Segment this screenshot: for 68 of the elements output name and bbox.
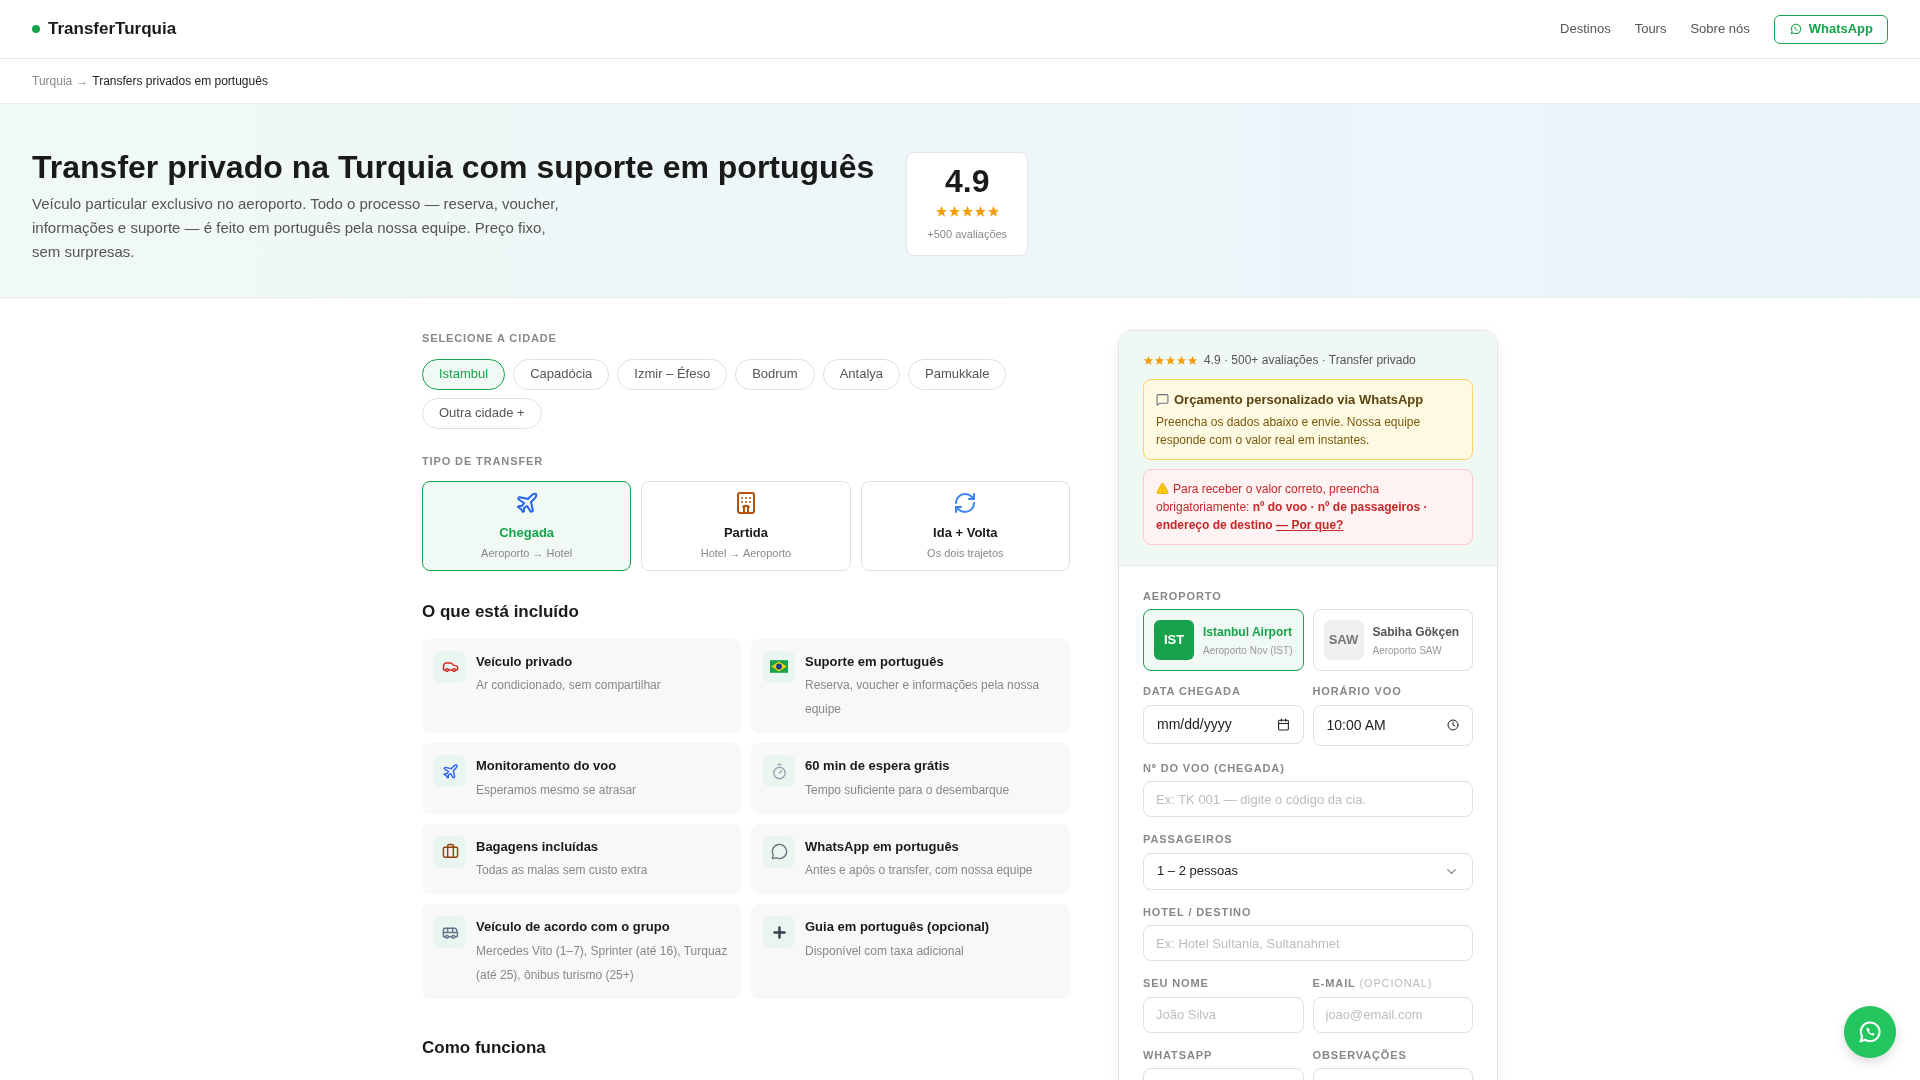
breadcrumb-link[interactable]: Turquia [32,72,73,90]
feature-text: Todas as malas sem custo extra [476,862,648,879]
feature-title: Suporte em português [805,652,945,671]
field-label: WHATSAPP [1143,1047,1214,1063]
info-title: Orçamento personalizado via WhatsApp [1174,391,1424,409]
feature-title: Guia em português (opcional) [805,918,990,936]
field-label: HOTEL / DESTINO [1143,904,1253,920]
city-chip[interactable]: Antalya [822,358,901,390]
city-chip[interactable]: Capadócia [513,358,610,390]
field-label: AEROPORTO [1143,588,1223,604]
feature-title: Monitoramento do voo [476,757,618,775]
airport-code: SAW [1323,620,1364,660]
city-chip[interactable]: Outra cidade + [422,397,542,429]
feature-text: Reserva, voucher e informações pela nossa equipe [805,677,1041,718]
field-label: SEU NOME [1143,976,1210,991]
feature-text: Antes e após o transfer, com nossa equipe [805,862,1033,879]
hero-title: Transfer privado na Turquia com suporte em português [32,149,875,186]
field-label: DATA CHEGADA [1143,684,1242,699]
city-chip[interactable]: Izmir – Éfeso [617,358,728,390]
warning-text: Para receber o valor correto, preencha obrigatoriamente: nº do voo · nº de passageiros · endereço de destino — Por que? [1156,480,1429,534]
field-label: HORÁRIO VOO [1312,684,1403,699]
section-title: Como funciona [422,1036,547,1059]
passengers-select[interactable]: 1 – 2 pessoas [1143,852,1473,890]
flight-number-field[interactable]: Ex: TK 001 — digite o código da cia. [1143,781,1473,817]
date-field[interactable]: mm/dd/yyyy [1143,704,1304,744]
section-label: SELECIONE A CIDADE [422,331,558,346]
destination-field[interactable]: Ex: Hotel Sultania, Sultanahmet [1143,925,1473,961]
feature-text: Tempo suficiente para o desembarque [805,781,1010,799]
name-field[interactable]: João Silva [1143,996,1304,1033]
city-chip[interactable]: Bodrum [735,358,815,390]
feature-title: Bagagens incluídas [476,837,600,856]
transfer-type-card[interactable]: Ida + Volta Os dois trajetos [860,481,1070,571]
why-link[interactable]: — Por que? [1276,517,1344,532]
feature-title: Veículo de acordo com o grupo [476,918,671,936]
rating-score: 4.9 [944,165,990,198]
airport-code: IST [1154,620,1194,660]
feature-text: Ar condicionado, sem compartilhar [476,677,661,694]
transfer-type-card[interactable]: Partida Hotel → Aeroporto [641,481,851,571]
email-field[interactable]: joao@email.com [1312,996,1473,1033]
feature-text: Esperamos mesmo se atrasar [476,781,637,799]
airport-option[interactable]: SAW Sabiha Gökçen Aeroporto SAW [1312,609,1473,671]
airport-subtitle: Aeroporto SAW [1372,643,1443,658]
info-text: Preencha os dados abaixo e envie. Nossa equipe responde com o valor real em instantes. [1156,413,1422,449]
feature-text: Disponível com taxa adicional [805,942,965,960]
airport-name: Sabiha Gökçen [1372,623,1460,641]
feature-text: Mercedes Vito (1–7), Sprinter (até 16), Turquaz (até 25), ônibus turismo (25+) [476,942,729,984]
nav-link[interactable]: Sobre nós [1690,19,1750,39]
feature-title: Veículo privado [476,652,574,671]
airport-name: Istanbul Airport [1203,623,1293,641]
rating-line: 4.9 · 500+ avaliações · Transfer privado [1204,352,1416,369]
feature-title: 60 min de espera grátis [805,757,951,775]
field-label: PASSAGEIROS [1143,832,1234,847]
field-label: E-MAIL (OPCIONAL) [1312,976,1434,991]
field-label: Nº DO VOO (CHEGADA) [1143,760,1286,776]
feature-title: WhatsApp em português [805,837,960,856]
field-label: OBSERVAÇÕES [1312,1047,1408,1063]
nav-link[interactable]: Destinos [1560,19,1611,39]
airport-subtitle: Aeroporto Nov (IST) [1203,643,1293,658]
city-chip[interactable]: Pamukkale [908,358,1007,390]
section-title: O que está incluído [422,601,580,623]
breadcrumb-current: Transfers privados em português [92,73,268,90]
rating-count: +500 avaliações [927,227,1008,243]
section-label: TIPO DE TRANSFER [422,453,545,469]
logo[interactable]: TransferTurquia [48,16,177,42]
nav-link[interactable]: Tours [1634,19,1667,39]
hero-description: Veículo particular exclusivo no aeroporto. Todo o processo — reserva, voucher, informações e suporte — é feito em português pela nossa equipe. Preço fixo, sem surpresas. [32,193,560,262]
time-field[interactable]: 10:00 AM [1312,704,1473,746]
breadcrumb-separator: → [76,73,89,90]
